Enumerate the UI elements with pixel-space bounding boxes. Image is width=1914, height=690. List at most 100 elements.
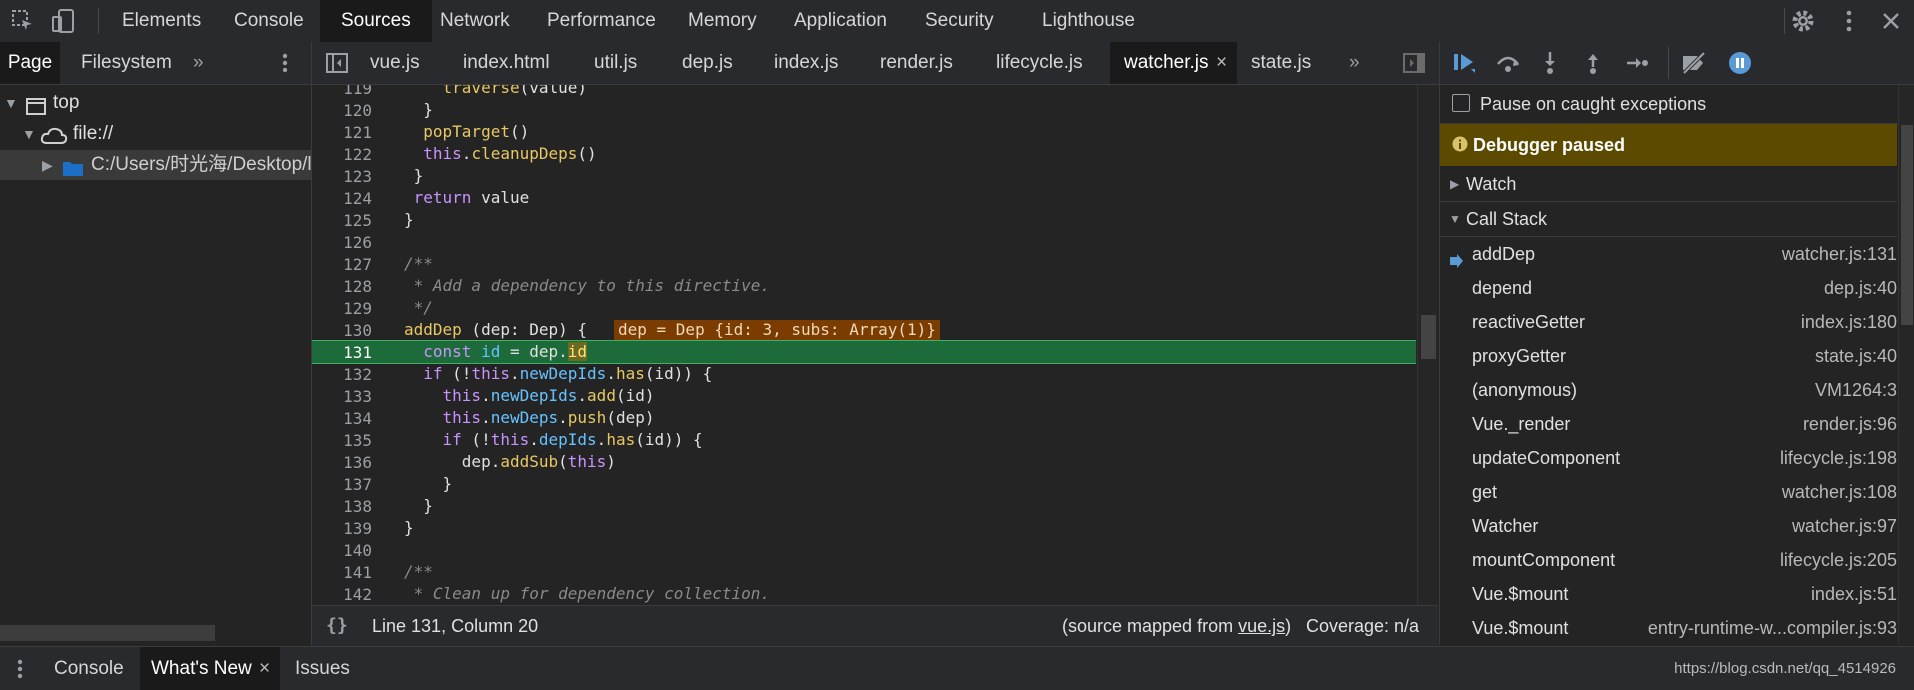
tree-node-file[interactable]: ▼ file://: [0, 119, 311, 149]
close-tab-icon[interactable]: ×: [259, 647, 270, 690]
line-number[interactable]: 124: [312, 189, 372, 208]
call-stack-section-header[interactable]: ▼ Call Stack: [1440, 202, 1897, 237]
tab-sources[interactable]: Sources: [320, 0, 432, 42]
file-tab-index-js[interactable]: index.js: [774, 42, 838, 84]
drawer-tab-issues[interactable]: Issues: [295, 647, 350, 690]
tab-console[interactable]: Console: [234, 0, 304, 42]
gear-icon[interactable]: [1790, 8, 1816, 34]
close-icon[interactable]: [1878, 8, 1904, 34]
file-tab-util-js[interactable]: util.js: [594, 42, 637, 84]
line-gutter[interactable]: 119 120 121 122 123 124 125 126 127 128 129 130 131 1…: [312, 85, 372, 605]
file-tab-dep-js[interactable]: dep.js: [682, 42, 733, 84]
vertical-scrollbar[interactable]: [1417, 85, 1438, 605]
more-vertical-icon[interactable]: [1836, 8, 1862, 34]
pause-on-caught-checkbox[interactable]: [1452, 94, 1470, 112]
close-tab-icon[interactable]: ×: [1216, 42, 1227, 84]
horizontal-scrollbar[interactable]: [0, 625, 215, 641]
expand-arrow-icon[interactable]: ▼: [22, 119, 36, 149]
deactivate-breakpoints-icon[interactable]: [1680, 51, 1708, 81]
device-toolbar-icon[interactable]: [50, 8, 76, 34]
step-icon[interactable]: [1625, 51, 1649, 81]
more-tabs-chevron-icon[interactable]: »: [193, 42, 204, 84]
more-files-chevron-icon[interactable]: »: [1349, 42, 1360, 84]
file-tab-watcher-js-active[interactable]: watcher.js ×: [1110, 42, 1237, 84]
line-number[interactable]: 142: [312, 585, 372, 604]
line-number[interactable]: 120: [312, 101, 372, 120]
vertical-scrollbar[interactable]: [1898, 85, 1914, 645]
tree-node-folder[interactable]: ▶ C:/Users/时光海/Desktop/l: [0, 150, 311, 180]
call-stack-frame[interactable]: mountComponent lifecycle.js:205: [1440, 543, 1897, 577]
code-editor[interactable]: 119 120 121 122 123 124 125 126 127 128 129 130 131 1…: [312, 85, 1438, 605]
file-tab-render-js[interactable]: render.js: [880, 42, 953, 84]
inspect-element-icon[interactable]: [10, 8, 36, 34]
coverage-status: Coverage: n/a: [1306, 616, 1420, 636]
toggle-navigator-icon[interactable]: [325, 52, 349, 80]
tab-performance[interactable]: Performance: [547, 0, 656, 42]
call-stack-frame[interactable]: addDep watcher.js:131: [1440, 237, 1897, 271]
line-number[interactable]: 140: [312, 541, 372, 560]
call-stack-frame[interactable]: get watcher.js:108: [1440, 475, 1897, 509]
tab-elements[interactable]: Elements: [122, 0, 201, 42]
tab-security[interactable]: Security: [925, 0, 994, 42]
tree-node-top[interactable]: ▼ top: [0, 88, 311, 118]
step-out-icon[interactable]: [1583, 51, 1603, 81]
line-number[interactable]: 121: [312, 123, 372, 142]
file-tab-lifecycle-js[interactable]: lifecycle.js: [996, 42, 1083, 84]
line-number[interactable]: 134: [312, 409, 372, 428]
file-tab-index-html[interactable]: index.html: [463, 42, 550, 84]
line-number[interactable]: 136: [312, 453, 372, 472]
call-stack-frame[interactable]: updateComponent lifecycle.js:198: [1440, 441, 1897, 475]
step-into-icon[interactable]: [1540, 51, 1560, 81]
call-stack-frame[interactable]: Vue._render render.js:96: [1440, 407, 1897, 441]
line-number[interactable]: 129: [312, 299, 372, 318]
call-stack-frame[interactable]: reactiveGetter index.js:180: [1440, 305, 1897, 339]
scrollbar-thumb[interactable]: [1901, 125, 1913, 325]
call-stack-frame[interactable]: Watcher watcher.js:97: [1440, 509, 1897, 543]
pause-on-exceptions-icon[interactable]: [1728, 51, 1752, 81]
pause-on-caught-row[interactable]: Pause on caught exceptions: [1440, 85, 1914, 124]
tab-application[interactable]: Application: [794, 0, 887, 42]
scrollbar-thumb[interactable]: [1421, 315, 1436, 359]
pretty-print-icon[interactable]: {}: [326, 606, 348, 646]
step-over-icon[interactable]: [1495, 51, 1521, 81]
drawer-tab-whats-new[interactable]: What's New ×: [140, 647, 280, 690]
line-number[interactable]: 131: [312, 343, 372, 362]
file-tab-vue-js[interactable]: vue.js: [370, 42, 420, 84]
line-number[interactable]: 119: [312, 85, 372, 98]
call-stack-frame[interactable]: (anonymous) VM1264:3: [1440, 373, 1897, 407]
tab-filesystem[interactable]: Filesystem: [81, 42, 172, 84]
tab-lighthouse[interactable]: Lighthouse: [1042, 0, 1135, 42]
resume-icon[interactable]: [1452, 51, 1478, 81]
drawer-menu-icon[interactable]: [14, 659, 26, 685]
line-number[interactable]: 132: [312, 365, 372, 384]
drawer-tab-console[interactable]: Console: [54, 647, 124, 690]
call-stack-frame[interactable]: Vue.$mount index.js:51: [1440, 577, 1897, 611]
line-number[interactable]: 128: [312, 277, 372, 296]
line-number[interactable]: 123: [312, 167, 372, 186]
call-stack-frame[interactable]: depend dep.js:40: [1440, 271, 1897, 305]
tab-network[interactable]: Network: [440, 0, 510, 42]
collapse-arrow-icon[interactable]: ▶: [42, 150, 53, 180]
line-number[interactable]: 125: [312, 211, 372, 230]
more-vertical-icon[interactable]: [278, 52, 292, 80]
line-number[interactable]: 130: [312, 321, 372, 340]
tab-memory[interactable]: Memory: [688, 0, 757, 42]
call-stack-frame[interactable]: proxyGetter state.js:40: [1440, 339, 1897, 373]
line-number[interactable]: 126: [312, 233, 372, 252]
expand-arrow-icon[interactable]: ▼: [4, 88, 18, 118]
line-number[interactable]: 127: [312, 255, 372, 274]
tab-page[interactable]: Page: [0, 42, 60, 84]
line-number[interactable]: 141: [312, 563, 372, 582]
watch-section-header[interactable]: ▶ Watch: [1440, 167, 1897, 202]
source-mapped-link[interactable]: vue.js: [1238, 616, 1285, 636]
toggle-debugger-icon[interactable]: [1402, 52, 1426, 80]
line-number[interactable]: 133: [312, 387, 372, 406]
line-number[interactable]: 139: [312, 519, 372, 538]
file-tab-state-js[interactable]: state.js: [1251, 42, 1311, 84]
call-stack-frame[interactable]: Vue.$mount entry-runtime-w...compiler.js:…: [1440, 611, 1897, 645]
line-number[interactable]: 135: [312, 431, 372, 450]
file-tab-label: watcher.js: [1124, 52, 1209, 73]
line-number[interactable]: 122: [312, 145, 372, 164]
line-number[interactable]: 137: [312, 475, 372, 494]
line-number[interactable]: 138: [312, 497, 372, 516]
